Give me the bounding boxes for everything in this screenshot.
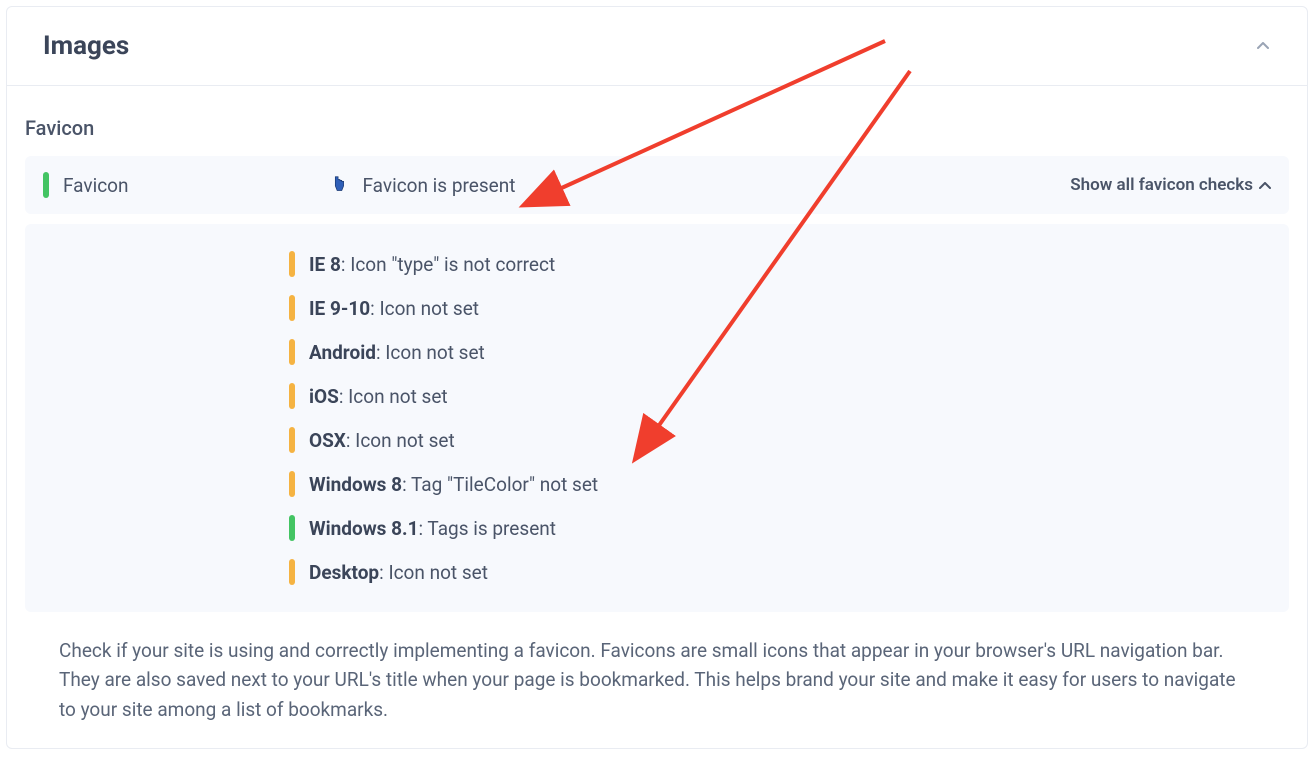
check-row: IE 9-10: Icon not set <box>289 286 1271 330</box>
check-platform: IE 9-10 <box>309 297 370 320</box>
chevron-up-icon <box>1255 38 1271 54</box>
images-card: Images Favicon Favicon Favicon is pres <box>6 6 1308 749</box>
show-all-label: Show all favicon checks <box>1070 175 1253 195</box>
status-indicator <box>289 383 295 409</box>
check-message: : Icon "type" is not correct <box>341 253 555 276</box>
summary-label-text: Favicon <box>63 174 128 197</box>
favicon-checks-list: IE 8: Icon "type" is not correct IE 9-10:… <box>25 224 1289 612</box>
check-text: IE 9-10: Icon not set <box>309 297 479 320</box>
check-message: : Tag "TileColor" not set <box>402 473 598 496</box>
check-row: Windows 8.1: Tags is present <box>289 506 1271 550</box>
status-indicator <box>289 295 295 321</box>
check-text: Windows 8: Tag "TileColor" not set <box>309 473 598 496</box>
check-message: : Icon not set <box>379 561 488 584</box>
check-platform: Desktop <box>309 561 379 584</box>
check-row: iOS: Icon not set <box>289 374 1271 418</box>
status-indicator <box>289 559 295 585</box>
status-indicator <box>289 471 295 497</box>
check-row: Windows 8: Tag "TileColor" not set <box>289 462 1271 506</box>
check-row: Android: Icon not set <box>289 330 1271 374</box>
check-platform: IE 8 <box>309 253 341 276</box>
check-text: Android: Icon not set <box>309 341 485 364</box>
check-message: : Icon not set <box>346 429 455 452</box>
check-platform: Windows 8.1 <box>309 517 418 540</box>
check-text: OSX: Icon not set <box>309 429 455 452</box>
status-indicator <box>289 427 295 453</box>
status-indicator <box>289 515 295 541</box>
chevron-up-icon <box>1259 175 1271 195</box>
status-indicator <box>289 251 295 277</box>
summary-label-group: Favicon <box>43 172 128 198</box>
check-platform: Android <box>309 341 376 364</box>
check-row: IE 8: Icon "type" is not correct <box>289 242 1271 286</box>
summary-status-text: Favicon is present <box>362 174 515 197</box>
favicon-description: Check if your site is using and correctl… <box>25 630 1289 724</box>
check-message: : Icon not set <box>339 385 448 408</box>
check-text: Desktop: Icon not set <box>309 561 488 584</box>
card-header[interactable]: Images <box>7 7 1307 86</box>
check-row: OSX: Icon not set <box>289 418 1271 462</box>
card-body: Favicon Favicon Favicon is present <box>7 86 1307 748</box>
check-platform: iOS <box>309 385 339 408</box>
status-indicator <box>289 339 295 365</box>
check-message: : Icon not set <box>370 297 479 320</box>
description-line-1: Check if your site is using and correctl… <box>59 636 1255 665</box>
description-line-2: They are also saved next to your URL's t… <box>59 665 1255 724</box>
check-text: IE 8: Icon "type" is not correct <box>309 253 555 276</box>
favicon-summary: Favicon Favicon is present Show all favi… <box>25 156 1289 214</box>
check-text: iOS: Icon not set <box>309 385 448 408</box>
show-all-checks-toggle[interactable]: Show all favicon checks <box>1070 175 1271 195</box>
check-platform: Windows 8 <box>309 473 402 496</box>
check-platform: OSX <box>309 429 346 452</box>
summary-status-group: Favicon is present <box>328 174 515 197</box>
check-message: : Icon not set <box>376 341 485 364</box>
status-indicator <box>43 172 49 198</box>
check-row: Desktop: Icon not set <box>289 550 1271 594</box>
pointer-icon <box>328 174 350 196</box>
section-title: Favicon <box>25 116 1289 140</box>
summary-left: Favicon Favicon is present <box>43 172 515 198</box>
check-message: : Tags is present <box>418 517 556 540</box>
check-text: Windows 8.1: Tags is present <box>309 517 556 540</box>
card-title: Images <box>43 31 129 61</box>
